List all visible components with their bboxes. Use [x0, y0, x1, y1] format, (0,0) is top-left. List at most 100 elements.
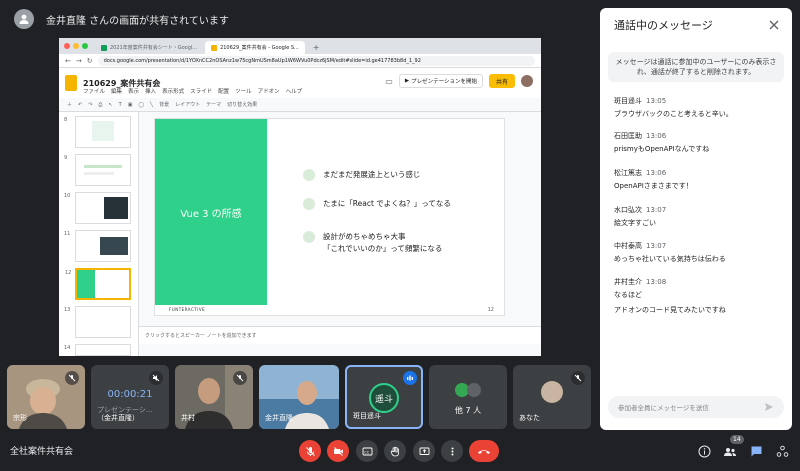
activities-icon	[776, 445, 789, 458]
people-icon	[723, 445, 737, 458]
chat-panel-header: 通話中のメッセージ	[600, 8, 792, 42]
speaker-notes[interactable]: クリックするとスピーカー ノートを追加できます	[139, 326, 541, 344]
participant-name: 金井直隆	[265, 414, 293, 422]
menu-edit[interactable]: 編集	[111, 87, 122, 95]
presenting-text: 金井直隆 さんの画面が共有されています	[46, 15, 229, 27]
slide-thumbnail[interactable]: 9	[64, 154, 131, 186]
menu-slide[interactable]: スライド	[190, 87, 212, 95]
reload-icon[interactable]: ↻	[87, 57, 93, 65]
leave-call-button[interactable]	[469, 440, 499, 462]
chat-panel: 通話中のメッセージ メッセージは通話に参加中のユーザーにのみ表示され、通話が終了…	[600, 8, 792, 430]
participant-name: 斑目遥斗	[353, 412, 381, 420]
chat-button[interactable]	[748, 443, 764, 459]
mic-off-icon	[571, 371, 585, 385]
slide-bullet: まだまだ発展途上という感じ	[303, 169, 420, 181]
meeting-details-button[interactable]	[696, 443, 712, 459]
line-icon[interactable]: ╲	[150, 102, 153, 108]
slide-thumbnail[interactable]: 13	[64, 306, 131, 338]
participant-tile[interactable]: 井村	[175, 365, 253, 429]
call-end-icon	[477, 446, 491, 457]
slide-thumbnail[interactable]: 8	[64, 116, 131, 148]
more-options-button[interactable]	[441, 440, 463, 462]
new-tab-button[interactable]: +	[307, 41, 326, 54]
menu-help[interactable]: ヘルプ	[286, 87, 303, 95]
presentation-timer: 00:00:21	[107, 389, 153, 400]
toolbar-transition[interactable]: 切り替え効果	[227, 101, 257, 108]
mic-toggle-button[interactable]	[299, 440, 321, 462]
menu-arrange[interactable]: 配置	[218, 87, 229, 95]
slide-page-number: 12	[487, 307, 494, 313]
hand-icon	[390, 446, 401, 457]
people-button[interactable]: 14	[722, 435, 744, 459]
toolbar-background[interactable]: 背景	[159, 101, 169, 108]
back-icon[interactable]: ←	[65, 57, 71, 65]
browser-tab-sheet[interactable]: 2021年度案件共有会シート・Googl...	[95, 41, 203, 54]
chat-message: 石田匡助 13:06 prismyもOpenAPIなんですね	[614, 132, 710, 153]
bullet-dot	[303, 169, 315, 181]
redo-icon[interactable]: ↷	[88, 102, 92, 108]
activities-button[interactable]	[774, 443, 790, 459]
slide-thumbnail[interactable]: 14	[64, 344, 131, 356]
url-field[interactable]: docs.google.com/presentation/d/1YOXnCC2n…	[97, 55, 535, 66]
participant-tile[interactable]: 宗形	[7, 365, 85, 429]
close-icon[interactable]	[768, 19, 780, 31]
chat-info-banner: メッセージは通話に参加中のユーザーにのみ表示され、通話が終了すると削除されます。	[608, 52, 784, 82]
svg-text:CC: CC	[364, 450, 370, 454]
browser-tab-slides[interactable]: 210629_案件共有会 - Google S...	[205, 41, 305, 54]
participant-tile[interactable]: 金井直隆	[259, 365, 339, 429]
slides-header: 210629_案件共有会 ファイル 編集 表示 挿入 表示形式 スライド 配置 …	[59, 68, 541, 98]
toolbar-layout[interactable]: レイアウト	[175, 101, 200, 108]
chat-message: 斑目遥斗 13:05 ブラウザバックのこと考えると辛い。	[614, 97, 733, 118]
chat-message: 井村圭介 13:08 なるほど	[614, 278, 667, 299]
presenter-avatar	[14, 9, 34, 29]
menu-view[interactable]: 表示	[128, 87, 139, 95]
menu-tools[interactable]: ツール	[235, 87, 252, 95]
add-slide-icon[interactable]: ＋	[67, 101, 72, 108]
self-tile[interactable]: あなた	[513, 365, 591, 429]
slide-thumbnail[interactable]: 11	[64, 230, 131, 262]
browser-tabbar: 2021年度案件共有会シート・Googl... 210629_案件共有会 - G…	[59, 38, 541, 54]
raise-hand-button[interactable]	[384, 440, 406, 462]
menu-addons[interactable]: アドオン	[258, 87, 280, 95]
slide-title: Vue 3 の所感	[180, 208, 242, 220]
cursor-icon[interactable]: ↖	[108, 102, 112, 108]
people-count-badge: 14	[730, 435, 744, 444]
chat-input[interactable]: 参加者全員にメッセージを送信	[608, 396, 784, 418]
camera-toggle-button[interactable]	[327, 440, 349, 462]
participant-name: 宗形	[13, 414, 27, 422]
participant-name: 井村	[181, 414, 195, 422]
shared-screen: 2021年度案件共有会シート・Googl... 210629_案件共有会 - G…	[59, 38, 541, 356]
self-avatar	[541, 381, 563, 403]
account-avatar[interactable]	[521, 75, 533, 87]
current-slide[interactable]: Vue 3 の所感 まだまだ発展途上という感じ たまに「React でよくね？」…	[154, 118, 505, 316]
print-icon[interactable]: ⎙	[98, 102, 102, 108]
present-now-button[interactable]	[413, 440, 435, 462]
captions-button[interactable]: CC	[356, 440, 378, 462]
slides-header-actions: ▭ ▶ プレゼンテーションを開始 共有	[385, 74, 533, 88]
participant-tile-speaking[interactable]: 遥斗 斑目遥斗	[345, 365, 423, 429]
slide-canvas: Vue 3 の所感 まだまだ発展途上という感じ たまに「React でよくね？」…	[139, 112, 541, 356]
speaker-off-icon	[149, 371, 163, 385]
send-icon[interactable]	[764, 402, 774, 412]
forward-icon[interactable]: →	[76, 57, 82, 65]
present-screen-icon	[419, 446, 430, 457]
slide-thumbnail-current[interactable]: 12	[65, 268, 131, 300]
chat-icon	[750, 445, 763, 458]
presentation-tile[interactable]: 00:00:21 プレゼンテーシ... （金井直隆）	[91, 365, 169, 429]
menu-insert[interactable]: 挿入	[145, 87, 156, 95]
undo-icon[interactable]: ↶	[78, 102, 82, 108]
slide-title-panel: Vue 3 の所感	[155, 119, 267, 305]
slide-thumbnail[interactable]: 10	[64, 192, 131, 224]
text-box-icon[interactable]: T	[119, 102, 122, 108]
shape-icon[interactable]: ◯	[138, 102, 144, 108]
others-tile[interactable]: 他 7 人	[429, 365, 507, 429]
slides-logo-icon	[65, 75, 77, 91]
comment-icon[interactable]: ▭	[385, 77, 393, 86]
menu-file[interactable]: ファイル	[83, 87, 105, 95]
share-button[interactable]: 共有	[488, 74, 515, 88]
menu-format[interactable]: 表示形式	[162, 87, 184, 95]
captions-icon: CC	[362, 446, 373, 457]
present-button[interactable]: ▶ プレゼンテーションを開始	[398, 74, 483, 88]
image-icon[interactable]: ▣	[128, 102, 133, 108]
toolbar-theme[interactable]: テーマ	[206, 101, 221, 108]
